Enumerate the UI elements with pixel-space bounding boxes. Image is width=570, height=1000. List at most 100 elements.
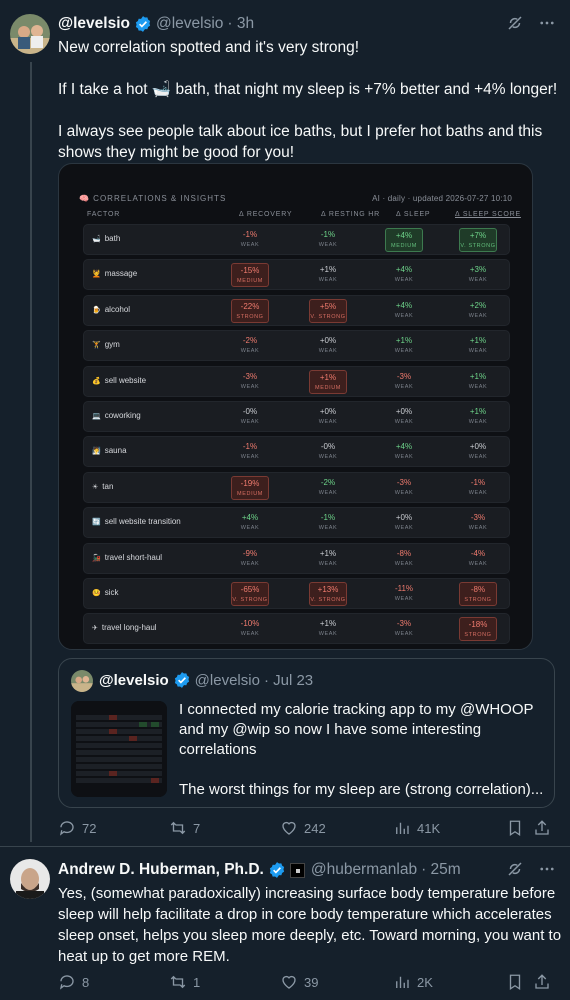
strength-label: STRONG: [464, 597, 492, 603]
bookmark-button[interactable]: [506, 818, 533, 838]
more-options-icon[interactable]: [538, 14, 556, 32]
grok-icon[interactable]: [506, 860, 524, 878]
views-button[interactable]: 41K: [393, 818, 506, 838]
quote-paragraph: The worst things for my sleep are (stron…: [179, 781, 544, 798]
delta-value: +5%: [319, 301, 337, 311]
author-handle[interactable]: @levelsio: [156, 15, 223, 33]
correlation-cell: -0% WEAK: [231, 405, 269, 429]
author-name[interactable]: Andrew D. Huberman, Ph.D.: [58, 861, 264, 879]
delta-value: +0%: [319, 407, 337, 416]
strength-label: WEAK: [394, 489, 414, 496]
timestamp[interactable]: · 25m: [421, 861, 461, 879]
delta-value: -3%: [396, 619, 412, 629]
tweet-paragraph: New correlation spotted and it's very st…: [58, 39, 360, 56]
repost-icon: [170, 975, 186, 989]
correlation-cell: -1% WEAK: [459, 476, 497, 500]
factor-icon: 🔄: [92, 519, 101, 527]
strength-label: WEAK: [240, 419, 260, 425]
col-header-sleep: Δ SLEEP: [396, 211, 431, 218]
tweet-levelsio[interactable]: @levelsio @levelsio · 3h New correlation…: [0, 0, 570, 846]
tweet-image-correlations[interactable]: 🧠 CORRELATIONS & INSIGHTS AI · daily · u…: [58, 163, 533, 650]
correlation-cell: +1% WEAK: [309, 547, 347, 571]
tweet-huberman[interactable]: Andrew D. Huberman, Ph.D. @hubermanlab ·…: [0, 847, 570, 1000]
delta-value: +4%: [395, 300, 413, 310]
reply-count: 8: [82, 974, 90, 990]
delta-value: -9%: [242, 548, 258, 558]
factor-icon: ☀: [92, 483, 99, 491]
correlation-cell: -3% WEAK: [385, 476, 423, 500]
timestamp[interactable]: · 3h: [227, 15, 254, 33]
factor-label: 💻 coworking: [92, 411, 141, 420]
correlation-row: 🚂 travel short-haul -9% WEAK +1% WEAK -8% WEAK -…: [83, 542, 510, 574]
avatar[interactable]: [10, 14, 50, 54]
like-button[interactable]: 39: [280, 972, 393, 992]
delta-value: +4%: [241, 513, 259, 523]
like-button[interactable]: 242: [280, 818, 393, 838]
correlation-cell: +1% MEDIUM: [309, 369, 347, 394]
factor-label: ☀ tan: [92, 482, 113, 491]
correlation-row: 🍺 alcohol -22% STRONG +5% V. STRONG +4% WEAK +2%…: [83, 294, 510, 326]
correlation-cell: -11% WEAK: [385, 582, 423, 606]
correlation-cell: -9% WEAK: [231, 547, 269, 571]
quoted-tweet[interactable]: @levelsio @levelsio · Jul 23 I connected…: [58, 658, 555, 808]
grok-icon[interactable]: [506, 14, 524, 32]
delta-value: +4%: [395, 231, 413, 240]
delta-value: -1%: [320, 230, 336, 239]
heart-icon: [282, 821, 296, 835]
factor-icon: 🤒: [92, 590, 101, 597]
strength-label: WEAK: [468, 348, 488, 355]
bookmark-button[interactable]: [506, 972, 533, 992]
correlation-cell: +0% WEAK: [385, 405, 423, 429]
bookmark-icon: [509, 974, 521, 991]
analytics-icon: [396, 822, 409, 834]
repost-button[interactable]: 1: [169, 972, 280, 992]
correlation-row: 🔄 sell website transition +4% WEAK -1% WEAK +0…: [83, 507, 510, 539]
avatar[interactable]: [10, 859, 50, 899]
factor-label: 🧖 sauna: [92, 446, 127, 455]
correlation-cell: +3% WEAK: [459, 263, 497, 287]
delta-value: -2%: [320, 477, 336, 487]
delta-value: +0%: [395, 513, 413, 523]
correlation-cell: +0% WEAK: [385, 511, 423, 535]
views-button[interactable]: 2K: [393, 972, 506, 992]
share-button[interactable]: [533, 818, 551, 838]
delta-value: +2%: [469, 300, 487, 310]
reply-button[interactable]: 72: [58, 818, 169, 838]
factor-icon: 💻: [92, 413, 101, 420]
author-handle[interactable]: @hubermanlab: [311, 861, 417, 879]
strength-label: STRONG: [236, 313, 264, 320]
delta-value: +0%: [319, 336, 337, 346]
factor-name: travel long-haul: [101, 623, 157, 633]
correlation-cell: +13% V. STRONG: [309, 582, 347, 606]
repost-button[interactable]: 7: [169, 818, 280, 838]
strength-label: WEAK: [318, 242, 338, 248]
reply-button[interactable]: 8: [58, 972, 169, 992]
view-count: 41K: [417, 820, 441, 836]
strength-label: WEAK: [318, 560, 338, 567]
correlation-row: 💆 massage -15% MEDIUM +1% WEAK +4% WEAK +3% WEAK: [83, 259, 510, 291]
quote-author-name: @levelsio: [99, 671, 169, 689]
quote-thumbnail: [71, 701, 167, 797]
correlation-row: 🤒 sick -65% V. STRONG +13% V. STRONG -11% WEAK -…: [83, 578, 510, 609]
strength-label: WEAK: [240, 242, 260, 248]
quote-timestamp: · Jul 23: [263, 671, 314, 689]
author-name[interactable]: @levelsio: [58, 15, 130, 33]
strength-label: MEDIUM: [237, 278, 263, 285]
delta-value: +0%: [395, 407, 413, 416]
factor-name: massage: [104, 269, 138, 279]
tweet-actions: 72 7 242 41K: [58, 818, 558, 838]
delta-value: +1%: [319, 619, 337, 629]
col-header-resting-hr: Δ RESTING HR: [321, 211, 381, 218]
delta-value: +1%: [319, 265, 337, 275]
correlation-cell: -4% WEAK: [459, 547, 497, 571]
quote-avatar: [71, 670, 93, 692]
strength-label: WEAK: [394, 312, 414, 319]
delta-value: -3%: [470, 513, 486, 523]
more-options-icon[interactable]: [538, 860, 556, 878]
strength-label: WEAK: [394, 560, 414, 567]
like-count: 39: [304, 974, 319, 990]
correlation-cell: -1% WEAK: [309, 228, 347, 252]
share-button[interactable]: [533, 972, 551, 992]
factor-icon: 🚂: [92, 554, 101, 562]
delta-value: -2%: [242, 336, 258, 346]
